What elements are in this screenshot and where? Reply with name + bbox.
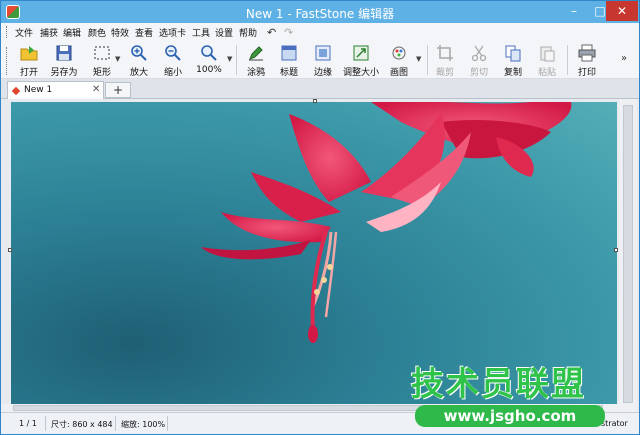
paint-dropdown-icon[interactable]: ▼: [416, 55, 421, 63]
paint-button[interactable]: 画图: [385, 43, 413, 78]
site-watermark: 技术员联盟 www.jsgho.com: [411, 365, 616, 431]
printer-icon: [578, 44, 596, 62]
zoom-out-button[interactable]: 缩小: [159, 43, 187, 78]
paste-label: 粘贴: [537, 68, 556, 78]
vertical-scrollbar[interactable]: [619, 99, 637, 412]
zoom-in-icon: [131, 45, 147, 61]
paint-icon: [392, 46, 406, 60]
zoom-out-icon: [165, 45, 181, 61]
undo-icon[interactable]: ↶: [267, 26, 276, 39]
rectangle-dropdown-icon[interactable]: ▼: [115, 55, 120, 63]
open-label: 打开: [19, 68, 38, 78]
crop-icon: [437, 45, 453, 61]
menu-settings[interactable]: 设置: [215, 26, 233, 39]
title-bar[interactable]: New 1 - FastStone 编辑器 – □ ✕: [1, 1, 639, 23]
edge-label: 边缘: [313, 68, 332, 78]
zoom-dropdown-icon[interactable]: ▼: [227, 55, 232, 63]
resize-handle-top[interactable]: [313, 99, 317, 103]
zoom-level: 缩放: 100%: [121, 420, 166, 429]
open-button[interactable]: 打开: [13, 43, 45, 78]
vertical-scroll-thumb[interactable]: [623, 105, 633, 403]
rectangle-label: 矩形: [92, 68, 111, 78]
tab-bar: New 1 ✕ +: [1, 79, 639, 99]
menu-colors[interactable]: 颜色: [88, 26, 106, 39]
toolbar-separator: [567, 45, 568, 75]
watermark-url: www.jsgho.com: [415, 405, 605, 427]
draw-button[interactable]: 涂鸦: [241, 43, 271, 78]
menu-file[interactable]: 文件: [15, 26, 33, 39]
toolbar-separator: [236, 45, 237, 75]
edge-icon: [315, 45, 331, 61]
save-as-label: 另存为: [50, 68, 78, 78]
copy-label: 复制: [503, 68, 522, 78]
main-toolbar: 打开 另存为 矩形 ▼ 放大 缩小 100% ▼ 涂鸦 标题 边缘 调整大小 画…: [1, 41, 639, 79]
cut-label: 剪切: [469, 68, 488, 78]
copy-button[interactable]: 复制: [499, 43, 527, 78]
paste-button[interactable]: 粘贴: [533, 43, 561, 78]
selection-rect-icon: [94, 46, 110, 60]
window-title: New 1 - FastStone 编辑器: [245, 7, 395, 21]
zoom-100-button[interactable]: 100%: [193, 43, 225, 77]
print-label: 打印: [577, 68, 596, 78]
caption-button[interactable]: 标题: [275, 43, 303, 78]
resize-icon: [353, 45, 369, 61]
caption-icon: [281, 45, 297, 61]
edge-button[interactable]: 边缘: [309, 43, 337, 78]
menu-edit[interactable]: 编辑: [63, 26, 81, 39]
menu-help[interactable]: 帮助: [239, 26, 257, 39]
print-button[interactable]: 打印: [573, 43, 601, 78]
menu-bar: 文件 捕获 编辑 颜色 特效 查看 选项卡 工具 设置 帮助 ↶ ↷: [1, 23, 639, 41]
resize-handle-right[interactable]: [614, 248, 618, 252]
zoom-100-label: 100%: [196, 65, 222, 75]
paste-icon: [540, 46, 555, 62]
menu-effects[interactable]: 特效: [111, 26, 129, 39]
status-separator: [45, 416, 46, 431]
close-button[interactable]: ✕: [606, 1, 638, 21]
image-tab-icon: [11, 86, 21, 96]
flower-photo[interactable]: [11, 102, 617, 404]
magnifier-icon: [201, 45, 217, 61]
menu-tools[interactable]: 工具: [192, 26, 210, 39]
zoom-in-label: 放大: [129, 68, 148, 78]
draw-label: 涂鸦: [246, 68, 265, 78]
new-tab-button[interactable]: +: [105, 82, 131, 98]
tab-new-1[interactable]: New 1 ✕: [7, 81, 104, 99]
resize-handle-left[interactable]: [8, 248, 12, 252]
toolbar-separator: [427, 45, 428, 75]
watermark-title: 技术员联盟: [411, 364, 586, 403]
status-separator: [167, 416, 168, 431]
tab-close-icon[interactable]: ✕: [92, 84, 100, 95]
crop-button[interactable]: 裁剪: [431, 43, 459, 78]
scissors-icon: [471, 45, 487, 62]
draw-icon: [249, 46, 263, 61]
minimize-button[interactable]: –: [561, 1, 587, 21]
rectangle-select-button[interactable]: 矩形: [85, 43, 119, 78]
caption-label: 标题: [279, 68, 298, 78]
copy-icon: [505, 45, 521, 62]
zoom-out-label: 缩小: [163, 68, 182, 78]
image-size: 尺寸: 860 x 484: [51, 420, 113, 429]
menubar-grip[interactable]: [6, 26, 9, 38]
paint-label: 画图: [389, 68, 408, 78]
flower-image: [201, 102, 572, 343]
floppy-disk-icon: [56, 45, 72, 61]
toolbar-grip[interactable]: [6, 47, 9, 75]
cut-button[interactable]: 剪切: [465, 43, 493, 78]
redo-icon[interactable]: ↷: [284, 26, 293, 39]
menu-capture[interactable]: 捕获: [40, 26, 58, 39]
resize-label: 调整大小: [342, 68, 379, 78]
menu-tabs[interactable]: 选项卡: [159, 26, 186, 39]
page-indicator: 1 / 1: [19, 419, 37, 428]
app-window: New 1 - FastStone 编辑器 – □ ✕ 文件 捕获 编辑 颜色 …: [0, 0, 640, 435]
status-separator: [115, 416, 116, 431]
open-folder-icon: [20, 46, 38, 61]
menu-view[interactable]: 查看: [135, 26, 153, 39]
toolbar-overflow-icon[interactable]: »: [621, 53, 627, 64]
resize-button[interactable]: 调整大小: [341, 43, 381, 78]
crop-label: 裁剪: [435, 68, 454, 78]
tab-label: New 1: [24, 85, 53, 95]
zoom-in-button[interactable]: 放大: [125, 43, 153, 78]
save-as-button[interactable]: 另存为: [47, 43, 81, 78]
